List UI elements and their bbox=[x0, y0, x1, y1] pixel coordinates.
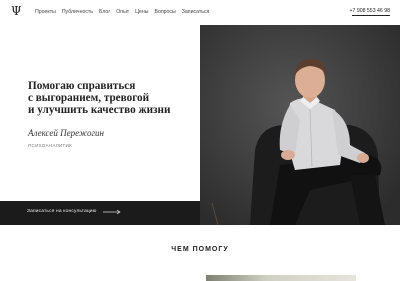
top-navigation: Ψ Проекты Публичность Блог Опыт Цены Воп… bbox=[0, 0, 400, 25]
section-photo-preview bbox=[206, 275, 356, 281]
hero-text-block: Помогаю справиться с выгоранием, тревого… bbox=[28, 80, 198, 148]
menu-item-experience[interactable]: Опыт bbox=[116, 9, 129, 15]
portrait-illustration bbox=[200, 25, 400, 225]
menu-item-publicity[interactable]: Публичность bbox=[62, 9, 93, 15]
headline-line: и улучшить качество жизни bbox=[28, 104, 171, 116]
hero-headline: Помогаю справиться с выгоранием, тревого… bbox=[28, 80, 198, 116]
menu-item-signup[interactable]: Записаться bbox=[182, 9, 210, 15]
cta-label: Записаться на консультацию bbox=[27, 209, 97, 214]
section-title-how-i-help: ЧЕМ ПОМОГУ bbox=[171, 246, 229, 253]
logo-psi-icon[interactable]: Ψ bbox=[11, 5, 22, 17]
menu-item-blog[interactable]: Блог bbox=[99, 9, 110, 15]
author-role: психоаналитик bbox=[28, 143, 73, 148]
main-menu: Проекты Публичность Блог Опыт Цены Вопро… bbox=[35, 9, 209, 15]
author-name: Алексей Пережогин bbox=[28, 128, 105, 138]
headline-line: Помогаю справиться bbox=[28, 80, 136, 92]
menu-item-projects[interactable]: Проекты bbox=[35, 9, 56, 15]
consultation-signup-button[interactable]: Записаться на консультацию bbox=[27, 209, 121, 215]
phone-link[interactable]: +7 908 553 46 98 bbox=[349, 8, 390, 14]
hero-portrait-photo bbox=[200, 25, 400, 225]
menu-item-prices[interactable]: Цены bbox=[135, 9, 148, 15]
headline-line: с выгоранием, тревогой bbox=[28, 92, 150, 104]
arrow-right-icon bbox=[102, 209, 121, 215]
phone-underline bbox=[352, 15, 390, 16]
menu-item-questions[interactable]: Вопросы bbox=[155, 9, 176, 15]
